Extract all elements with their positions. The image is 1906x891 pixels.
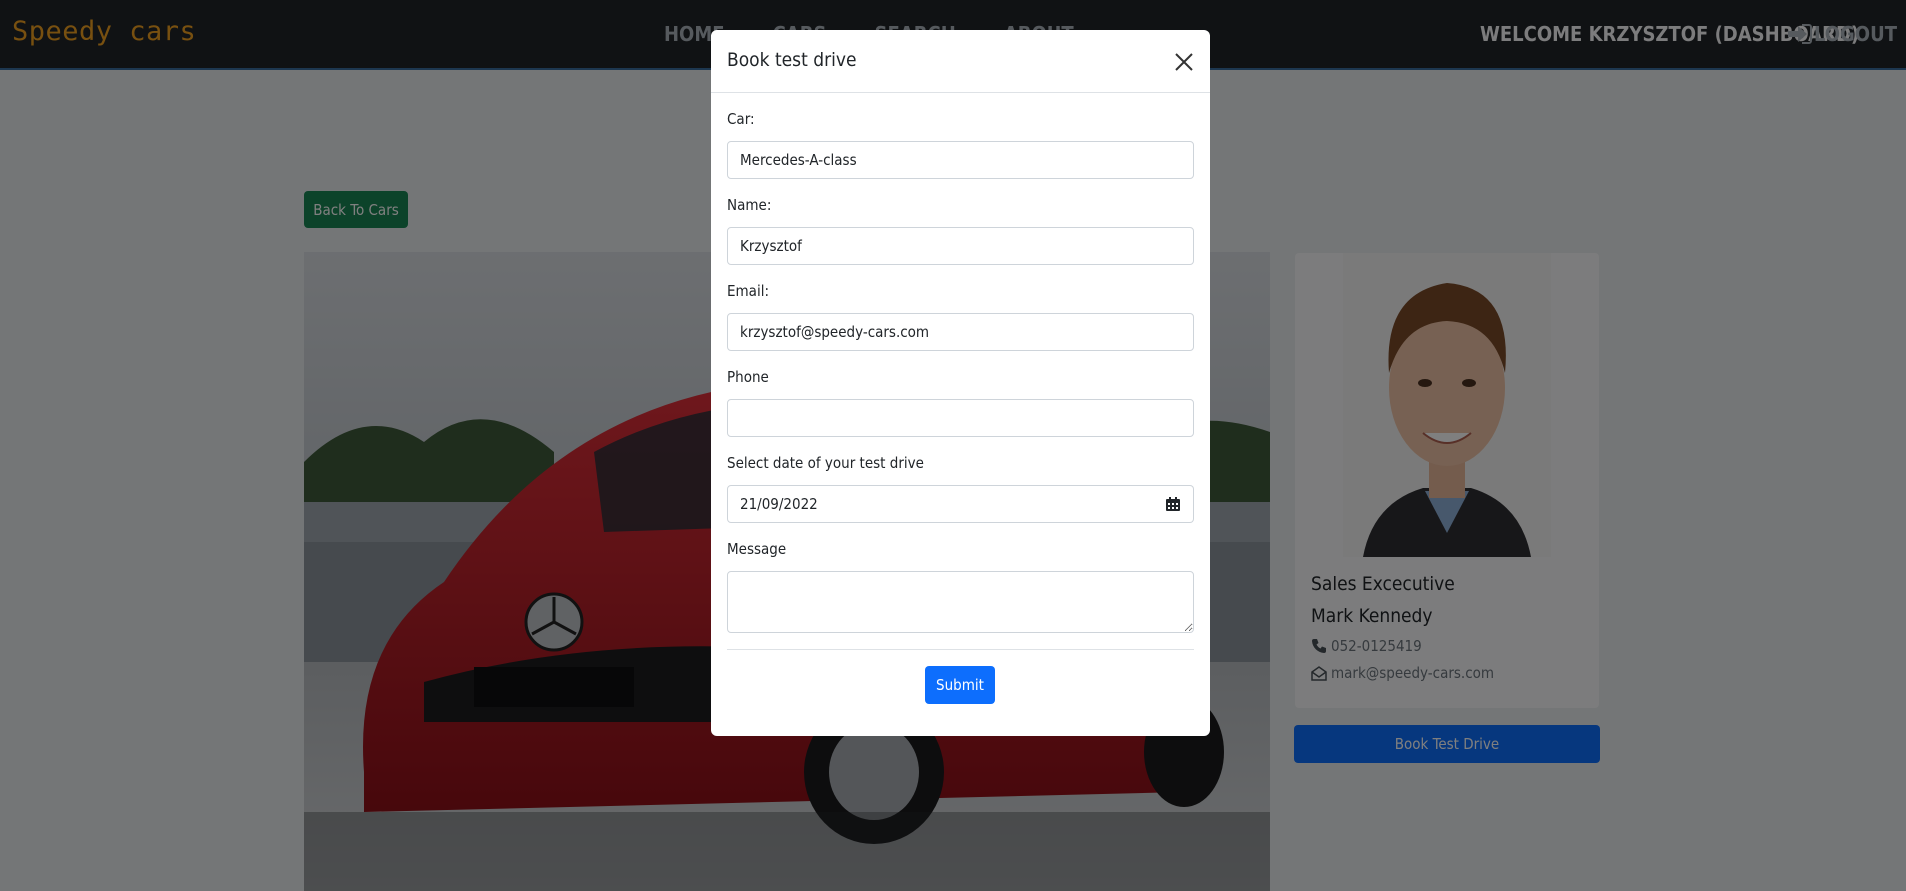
message-field[interactable]: [727, 571, 1194, 633]
phone-label: Phone: [727, 368, 769, 386]
message-label: Message: [727, 540, 787, 558]
car-label: Car:: [727, 110, 755, 128]
name-label: Name:: [727, 196, 772, 214]
email-field[interactable]: [727, 313, 1194, 351]
date-picker-button[interactable]: [1153, 485, 1194, 523]
car-field[interactable]: [727, 141, 1194, 179]
modal-header: Book test drive: [711, 30, 1210, 93]
submit-button[interactable]: Submit: [925, 666, 995, 704]
date-label: Select date of your test drive: [727, 454, 924, 472]
phone-field[interactable]: [727, 399, 1194, 437]
modal-divider: [727, 649, 1194, 650]
name-field[interactable]: [727, 227, 1194, 265]
close-icon[interactable]: [1173, 51, 1195, 73]
modal-title: Book test drive: [727, 49, 857, 71]
book-test-drive-modal: Book test drive Car: Name: Email: Phone …: [711, 30, 1210, 736]
calendar-icon: [1166, 497, 1180, 511]
date-field[interactable]: [727, 485, 1154, 523]
email-label: Email:: [727, 282, 769, 300]
